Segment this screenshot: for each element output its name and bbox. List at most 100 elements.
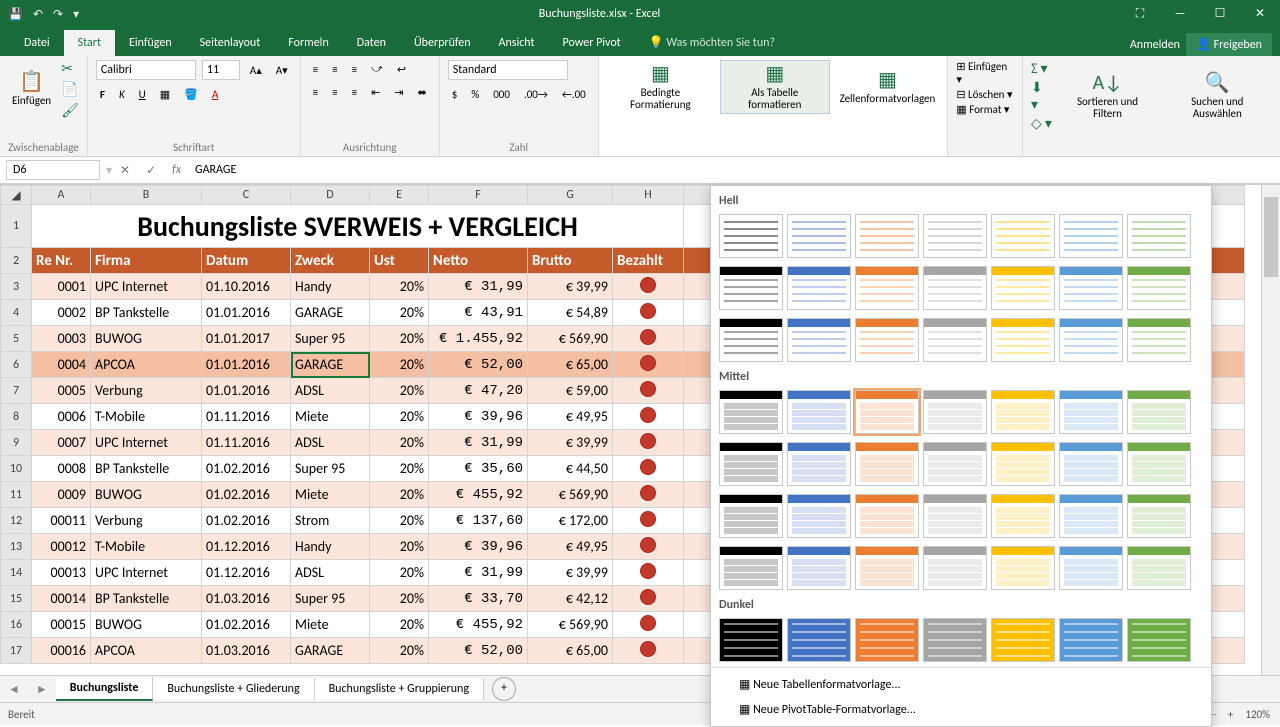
table-style-thumb[interactable] [923, 318, 987, 362]
align-center-icon[interactable]: ≡ [328, 84, 341, 101]
table-style-thumb[interactable] [991, 318, 1055, 362]
cell-styles-button[interactable]: ▦Zellenformatvorlagen [836, 67, 940, 107]
zoom-in-icon[interactable]: + [1228, 708, 1233, 721]
table-style-thumb[interactable] [1059, 390, 1123, 434]
decrease-font-icon[interactable]: A▾ [272, 62, 292, 79]
table-style-thumb[interactable] [855, 318, 919, 362]
underline-button[interactable]: U [135, 86, 150, 103]
table-style-thumb[interactable] [1127, 618, 1191, 662]
table-style-thumb[interactable] [923, 618, 987, 662]
table-style-thumb[interactable] [855, 618, 919, 662]
table-style-thumb[interactable] [787, 318, 851, 362]
ribbon-options-icon[interactable]: ⛶ [1120, 0, 1160, 28]
close-icon[interactable]: ✕ [1240, 0, 1280, 28]
format-as-table-button[interactable]: ▦Als Tabelle formatieren [720, 60, 830, 114]
table-style-thumb[interactable] [1127, 494, 1191, 538]
fx-icon[interactable]: fx [164, 163, 189, 177]
currency-icon[interactable]: $ [448, 86, 462, 103]
tab-ansicht[interactable]: Ansicht [485, 30, 549, 56]
name-box[interactable]: D6 [6, 160, 100, 180]
table-style-thumb[interactable] [1127, 546, 1191, 590]
merge-icon[interactable]: ⬌ [414, 84, 431, 101]
font-name-combo[interactable]: Calibri [96, 60, 196, 80]
copy-icon[interactable]: 📄 [61, 81, 79, 98]
share-button[interactable]: 👤 Freigeben [1186, 33, 1272, 56]
sheet-nav-prev-icon[interactable]: ◄ [0, 682, 28, 697]
table-style-thumb[interactable] [923, 494, 987, 538]
table-style-thumb[interactable] [1059, 618, 1123, 662]
decrease-decimal-icon[interactable]: ←.00 [558, 86, 590, 103]
undo-icon[interactable]: ↶ [33, 7, 43, 22]
table-style-thumb[interactable] [991, 214, 1055, 258]
sheet-tab-gruppierung[interactable]: Buchungsliste + Gruppierung [315, 678, 484, 700]
table-style-thumb[interactable] [1059, 318, 1123, 362]
table-style-thumb[interactable] [855, 390, 919, 434]
fill-color-icon[interactable]: 🪣 [180, 86, 202, 103]
italic-button[interactable]: K [115, 86, 129, 103]
table-style-thumb[interactable] [855, 546, 919, 590]
table-style-thumb[interactable] [787, 546, 851, 590]
conditional-formatting-button[interactable]: ▦Bedingte Formatierung [607, 61, 714, 113]
tab-daten[interactable]: Daten [343, 30, 400, 56]
table-style-thumb[interactable] [855, 442, 919, 486]
wrap-text-icon[interactable]: ↩ [393, 61, 410, 78]
increase-font-icon[interactable]: A▴ [246, 62, 266, 79]
table-style-thumb[interactable] [1059, 442, 1123, 486]
table-style-thumb[interactable] [855, 266, 919, 310]
percent-icon[interactable]: % [467, 86, 483, 103]
maximize-icon[interactable]: ☐ [1200, 0, 1240, 28]
tab-formeln[interactable]: Formeln [274, 30, 342, 56]
borders-icon[interactable]: ▦ [156, 86, 174, 103]
table-style-thumb[interactable] [923, 546, 987, 590]
font-size-combo[interactable]: 11 [202, 60, 240, 80]
table-style-thumb[interactable] [787, 494, 851, 538]
sheet-tab-buchungsliste[interactable]: Buchungsliste [56, 677, 154, 701]
cancel-icon[interactable]: ✕ [112, 163, 138, 178]
formula-input[interactable]: GARAGE [189, 161, 1280, 179]
align-top-icon[interactable]: ≡ [309, 61, 322, 78]
table-style-thumb[interactable] [1127, 390, 1191, 434]
table-style-thumb[interactable] [719, 390, 783, 434]
table-style-thumb[interactable] [719, 546, 783, 590]
autosum-icon[interactable]: Σ ▾ [1031, 60, 1052, 77]
insert-cells-button[interactable]: ⊞ Einfügen ▾ [956, 60, 1014, 86]
tab-seitenlayout[interactable]: Seitenlayout [186, 30, 275, 56]
table-style-thumb[interactable] [719, 618, 783, 662]
table-style-thumb[interactable] [1059, 494, 1123, 538]
table-style-thumb[interactable] [923, 442, 987, 486]
increase-decimal-icon[interactable]: .00→ [520, 86, 552, 103]
format-painter-icon[interactable]: 🖌 [61, 102, 79, 119]
table-style-thumb[interactable] [1127, 266, 1191, 310]
table-style-thumb[interactable] [1059, 266, 1123, 310]
table-style-thumb[interactable] [719, 214, 783, 258]
new-table-style-button[interactable]: ▦ Neue Tabellenformatvorlage... [711, 672, 1211, 697]
save-icon[interactable]: 💾 [8, 7, 23, 22]
redo-icon[interactable]: ↷ [53, 7, 63, 22]
table-style-thumb[interactable] [787, 390, 851, 434]
table-style-thumb[interactable] [1127, 214, 1191, 258]
table-style-thumb[interactable] [855, 494, 919, 538]
table-style-thumb[interactable] [719, 442, 783, 486]
align-right-icon[interactable]: ≡ [348, 84, 361, 101]
decrease-indent-icon[interactable]: ⇤ [367, 84, 384, 101]
sheet-tab-gliederung[interactable]: Buchungsliste + Gliederung [153, 678, 314, 700]
bold-button[interactable]: F [96, 86, 109, 103]
table-style-thumb[interactable] [991, 442, 1055, 486]
clear-icon[interactable]: ◇ ▾ [1031, 115, 1052, 132]
qat-dropdown-icon[interactable]: ▾ [73, 7, 79, 22]
tab-powerpivot[interactable]: Power Pivot [549, 30, 635, 56]
thousands-icon[interactable]: 000 [489, 86, 514, 103]
table-style-thumb[interactable] [991, 546, 1055, 590]
table-style-thumb[interactable] [787, 618, 851, 662]
increase-indent-icon[interactable]: ⇥ [390, 84, 407, 101]
table-style-thumb[interactable] [1127, 318, 1191, 362]
fill-icon[interactable]: ⬇ ▾ [1031, 79, 1052, 113]
tab-einfuegen[interactable]: Einfügen [115, 30, 186, 56]
tab-ueberpruefen[interactable]: Überprüfen [400, 30, 485, 56]
table-style-thumb[interactable] [855, 214, 919, 258]
vertical-scrollbar[interactable] [1261, 185, 1280, 675]
tab-datei[interactable]: Datei [10, 30, 64, 56]
table-style-thumb[interactable] [991, 494, 1055, 538]
new-sheet-button[interactable]: + [492, 677, 516, 701]
table-style-thumb[interactable] [1059, 546, 1123, 590]
